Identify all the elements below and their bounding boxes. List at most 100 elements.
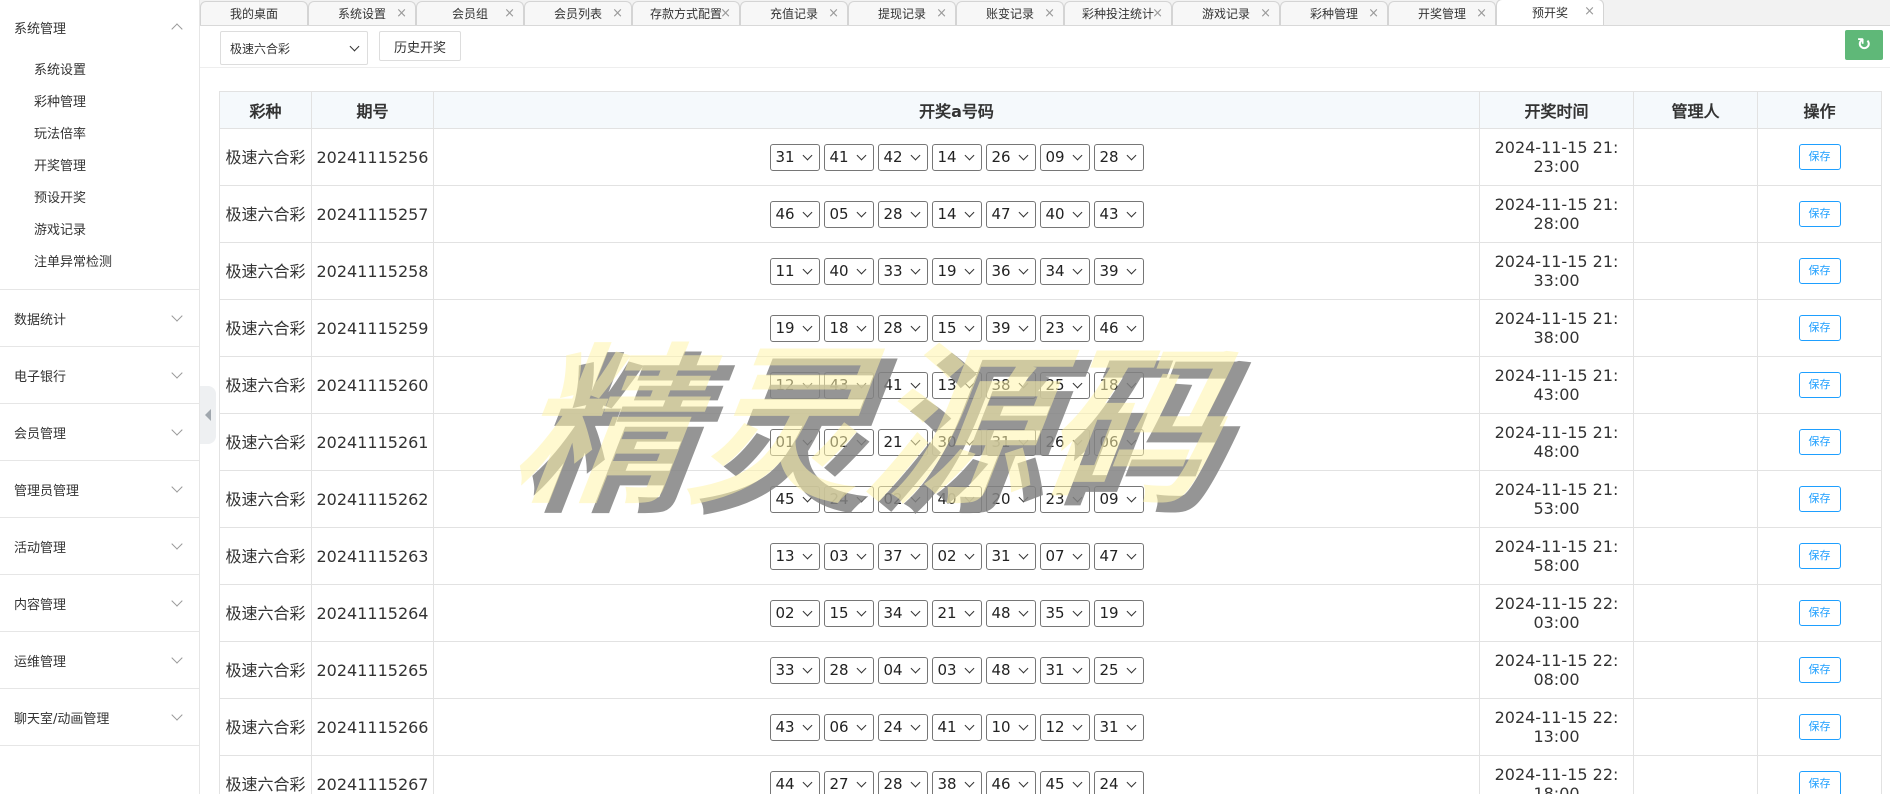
save-button[interactable]: 保存 [1798,201,1841,227]
number-select[interactable]: 35 [1039,599,1090,627]
tab-item[interactable]: 彩种投注统计 × [1064,1,1172,25]
number-select[interactable]: 33 [877,257,928,285]
sidebar-item[interactable]: 预设开奖 [0,183,199,215]
number-select[interactable]: 31 [1039,656,1090,684]
number-select[interactable]: 23 [1039,485,1090,513]
lottery-select[interactable]: 极速六合彩 [220,31,368,65]
sidebar-group-header[interactable]: 电子银行 [0,347,199,403]
number-select[interactable]: 15 [823,599,874,627]
number-select[interactable]: 02 [931,542,982,570]
close-icon[interactable]: × [720,6,731,21]
number-select[interactable]: 43 [823,371,874,399]
number-select[interactable]: 05 [823,200,874,228]
refresh-button[interactable]: ↻ [1845,30,1883,60]
close-icon[interactable]: × [1476,6,1487,21]
number-select[interactable]: 19 [769,314,820,342]
number-select[interactable]: 10 [985,713,1036,741]
number-select[interactable]: 28 [823,656,874,684]
number-select[interactable]: 38 [931,770,982,794]
close-icon[interactable]: × [1584,4,1595,19]
close-icon[interactable]: × [828,6,839,21]
number-select[interactable]: 15 [931,314,982,342]
number-select[interactable]: 48 [985,599,1036,627]
tab-item[interactable]: 提现记录 × [848,1,956,25]
number-select[interactable]: 37 [877,542,928,570]
number-select[interactable]: 43 [769,713,820,741]
number-select[interactable]: 24 [1093,770,1144,794]
number-select[interactable]: 25 [1039,371,1090,399]
number-select[interactable]: 38 [985,371,1036,399]
sidebar-item[interactable]: 玩法倍率 [0,119,199,151]
number-select[interactable]: 28 [877,200,928,228]
number-select[interactable]: 30 [931,428,982,456]
number-select[interactable]: 45 [1039,770,1090,794]
sidebar-group-header[interactable]: 数据统计 [0,290,199,346]
number-select[interactable]: 24 [877,713,928,741]
number-select[interactable]: 12 [769,371,820,399]
tab-item[interactable]: 账变记录 × [956,1,1064,25]
tab-item[interactable]: 开奖管理 × [1388,1,1496,25]
number-select[interactable]: 48 [985,656,1036,684]
number-select[interactable]: 21 [931,599,982,627]
close-icon[interactable]: × [1368,6,1379,21]
number-select[interactable]: 39 [1093,257,1144,285]
number-select[interactable]: 42 [877,143,928,171]
save-button[interactable]: 保存 [1798,600,1841,626]
number-select[interactable]: 46 [1093,314,1144,342]
tab-item[interactable]: 我的桌面 [200,1,308,25]
number-select[interactable]: 41 [931,713,982,741]
save-button[interactable]: 保存 [1798,258,1841,284]
number-select[interactable]: 27 [823,770,874,794]
tab-item[interactable]: 会员列表 × [524,1,632,25]
number-select[interactable]: 31 [769,143,820,171]
sidebar-group-header[interactable]: 运维管理 [0,632,199,688]
sidebar-group-header[interactable]: 活动管理 [0,518,199,574]
number-select[interactable]: 26 [1039,428,1090,456]
save-button[interactable]: 保存 [1798,543,1841,569]
tab-item[interactable]: 彩种管理 × [1280,1,1388,25]
sidebar-item[interactable]: 游戏记录 [0,215,199,247]
number-select[interactable]: 09 [1093,485,1144,513]
number-select[interactable]: 40 [1039,200,1090,228]
close-icon[interactable]: × [504,6,515,21]
save-button[interactable]: 保存 [1798,714,1841,740]
number-select[interactable]: 23 [1039,314,1090,342]
sidebar-group-header[interactable]: 管理员管理 [0,461,199,517]
number-select[interactable]: 31 [985,542,1036,570]
sidebar-group-header[interactable]: 会员管理 [0,404,199,460]
tab-item[interactable]: 充值记录 × [740,1,848,25]
number-select[interactable]: 31 [985,428,1036,456]
number-select[interactable]: 02 [877,485,928,513]
number-select[interactable]: 43 [1093,200,1144,228]
number-select[interactable]: 28 [1093,143,1144,171]
number-select[interactable]: 19 [931,257,982,285]
number-select[interactable]: 40 [931,485,982,513]
number-select[interactable]: 13 [931,371,982,399]
save-button[interactable]: 保存 [1798,144,1841,170]
number-select[interactable]: 02 [823,428,874,456]
number-select[interactable]: 28 [877,314,928,342]
number-select[interactable]: 01 [769,428,820,456]
sidebar-item[interactable]: 彩种管理 [0,87,199,119]
number-select[interactable]: 14 [931,200,982,228]
close-icon[interactable]: × [936,6,947,21]
number-select[interactable]: 26 [985,143,1036,171]
save-button[interactable]: 保存 [1798,657,1841,683]
number-select[interactable]: 18 [823,314,874,342]
number-select[interactable]: 07 [1039,542,1090,570]
number-select[interactable]: 24 [823,485,874,513]
number-select[interactable]: 09 [1039,143,1090,171]
number-select[interactable]: 36 [985,257,1036,285]
number-select[interactable]: 21 [877,428,928,456]
number-select[interactable]: 47 [985,200,1036,228]
sidebar-group-header[interactable]: 内容管理 [0,575,199,631]
number-select[interactable]: 31 [1093,713,1144,741]
sidebar-item[interactable]: 开奖管理 [0,151,199,183]
number-select[interactable]: 14 [931,143,982,171]
number-select[interactable]: 34 [1039,257,1090,285]
number-select[interactable]: 02 [769,599,820,627]
close-icon[interactable]: × [1152,6,1163,21]
tab-item[interactable]: 存款方式配置 × [632,1,740,25]
number-select[interactable]: 18 [1093,371,1144,399]
number-select[interactable]: 34 [877,599,928,627]
